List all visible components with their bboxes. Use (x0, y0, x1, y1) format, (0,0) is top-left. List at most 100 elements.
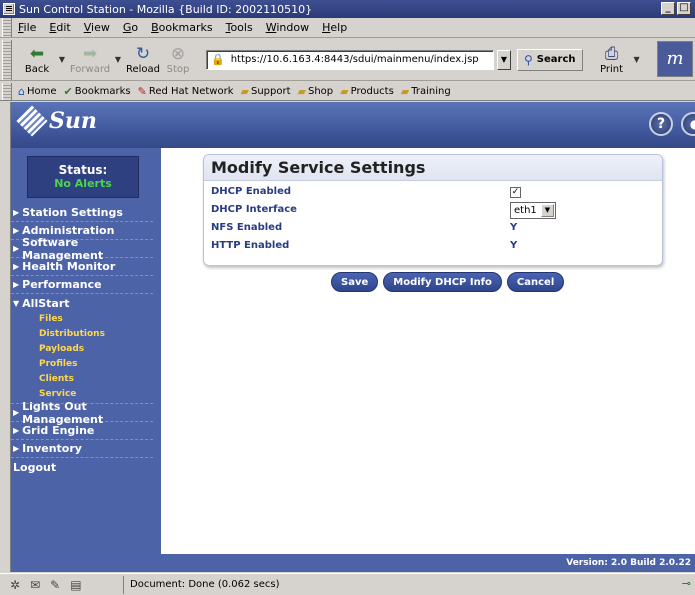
stop-button[interactable]: ⊗ Stop (162, 40, 194, 80)
sidebar-item-label: Station Settings (22, 206, 123, 219)
expand-arrow-icon: ▶ (13, 408, 20, 417)
status-value[interactable]: No Alerts (28, 177, 138, 190)
sidebar-subitem-files[interactable]: Files (11, 312, 161, 327)
reload-label: Reload (125, 64, 161, 75)
status-bar: ✲ ✉ ✎ ▤ Document: Done (0.062 secs) ⊸ (0, 573, 695, 595)
menu-view[interactable]: View (84, 21, 110, 34)
stop-icon: ⊗ (170, 44, 186, 64)
sidebar-item-label: Health Monitor (22, 260, 116, 273)
bookmark-support-label: Support (250, 85, 291, 97)
online-status-icon[interactable]: ⊸ (682, 577, 691, 590)
back-history-dropdown[interactable]: ▼ (56, 55, 68, 64)
toolbar-grip[interactable] (2, 18, 12, 37)
navigator-icon[interactable]: ✲ (10, 578, 20, 592)
forward-label: Forward (69, 64, 111, 75)
print-label: Print (600, 64, 624, 75)
bookmark-products-label: Products (350, 85, 394, 97)
menu-go[interactable]: Go (123, 21, 138, 34)
sidebar-panel-grip[interactable] (0, 102, 11, 572)
url-history-dropdown[interactable]: ▼ (497, 49, 511, 70)
sun-logo-wordmark: Sun (49, 108, 97, 134)
sidebar-nav: ▶ Station Settings ▶ Administration ▶ Softw… (11, 204, 161, 476)
back-label: Back (24, 64, 50, 75)
bookmark-support[interactable]: ▰ Support (241, 85, 291, 98)
url-text: https://10.6.163.4:8443/sdui/mainmenu/in… (230, 54, 479, 65)
cancel-button[interactable]: Cancel (506, 272, 565, 292)
mozilla-throbber-icon[interactable]: m (657, 41, 693, 77)
window-menu-icon[interactable] (3, 3, 15, 15)
dhcp-enabled-checkbox[interactable]: ✓ (510, 187, 521, 198)
bookmark-training-label: Training (411, 85, 451, 97)
dhcp-interface-row: DHCP Interface eth1 ▼ (204, 202, 662, 219)
forward-button[interactable]: ➡ Forward (68, 40, 112, 80)
sidebar-item-inventory[interactable]: ▶ Inventory (11, 440, 153, 458)
menu-bookmarks[interactable]: Bookmarks (151, 21, 212, 34)
maximize-button[interactable]: □ (677, 2, 691, 15)
forward-arrow-icon: ➡ (82, 44, 98, 64)
help-icon[interactable]: ? (649, 112, 673, 136)
url-input[interactable]: 🔒 https://10.6.163.4:8443/sdui/mainmenu/… (206, 49, 494, 70)
dhcp-interface-select[interactable]: eth1 ▼ (510, 202, 556, 219)
sidebar-subitem-distributions[interactable]: Distributions (11, 327, 161, 342)
toolbar-grip[interactable] (2, 82, 12, 100)
expand-arrow-icon: ▶ (13, 208, 20, 217)
menu-edit[interactable]: Edit (49, 21, 70, 34)
security-lock-icon: 🔒 (211, 53, 225, 66)
folder-icon: ▰ (400, 84, 410, 98)
search-button[interactable]: ⚲ Search (517, 48, 583, 71)
save-button[interactable]: Save (331, 272, 379, 292)
sidebar-item-station-settings[interactable]: ▶ Station Settings (11, 204, 153, 222)
sidebar-subitem-payloads[interactable]: Payloads (11, 342, 161, 357)
menu-window[interactable]: Window (266, 21, 309, 34)
component-bar: ✲ ✉ ✎ ▤ (0, 575, 124, 594)
sidebar-item-label: Grid Engine (22, 424, 95, 437)
sidebar-item-logout[interactable]: Logout (11, 458, 153, 476)
sidebar-subitem-clients[interactable]: Clients (11, 372, 161, 387)
window-title: Sun Control Station - Mozilla {Build ID:… (19, 2, 313, 16)
collapse-arrow-icon: ▼ (13, 298, 20, 308)
personal-toolbar: ⌂ Home ✔ Bookmarks ✎ Red Hat Network ▰ Suppo… (0, 82, 695, 101)
expand-arrow-icon: ▶ (13, 262, 20, 271)
sidebar-item-allstart[interactable]: ▼ AllStart (11, 294, 153, 312)
sidebar-item-software-management[interactable]: ▶ Software Management (11, 236, 153, 262)
menu-help[interactable]: Help (322, 21, 347, 34)
modify-dhcp-info-button[interactable]: Modify DHCP Info (383, 272, 502, 292)
address-book-icon[interactable]: ▤ (70, 578, 81, 592)
sidebar-item-label: AllStart (22, 296, 70, 310)
mail-icon[interactable]: ✉ (30, 578, 40, 592)
reload-button[interactable]: ↻ Reload (124, 40, 162, 80)
print-button[interactable]: ⎙ Print (593, 40, 631, 80)
bookmark-rhn-label: Red Hat Network (148, 85, 234, 97)
menu-file[interactable]: File (18, 21, 36, 34)
toolbar-grip[interactable] (2, 39, 12, 80)
sidebar-subitem-profiles[interactable]: Profiles (11, 357, 161, 372)
search-icon: ⚲ (524, 52, 533, 67)
bookmark-shop[interactable]: ▰ Shop (298, 85, 334, 98)
print-dropdown[interactable]: ▼ (631, 55, 643, 64)
bookmark-products[interactable]: ▰ Products (340, 85, 394, 98)
nfs-enabled-value: Y (510, 222, 518, 233)
composer-icon[interactable]: ✎ (50, 578, 60, 592)
bookmark-red-hat-network[interactable]: ✎ Red Hat Network (138, 85, 234, 98)
printer-icon: ⎙ (604, 44, 619, 64)
menu-tools[interactable]: Tools (226, 21, 253, 34)
sidebar-item-performance[interactable]: ▶ Performance (11, 276, 153, 294)
page-title: Modify Service Settings (204, 155, 662, 181)
reload-icon: ↻ (135, 44, 151, 64)
expand-arrow-icon: ▶ (13, 226, 20, 235)
bookmark-home[interactable]: ⌂ Home (18, 85, 57, 98)
sidebar-item-label: Logout (13, 460, 57, 474)
folder-icon: ▰ (340, 84, 349, 98)
sun-header: Sun ? ◖ (11, 102, 695, 148)
search-label: Search (536, 54, 576, 65)
version-label: Version: 2.0 Build 2.0.22 (161, 554, 695, 572)
forward-history-dropdown[interactable]: ▼ (112, 55, 124, 64)
dhcp-interface-value: eth1 (514, 205, 537, 216)
minimize-button[interactable]: _ (661, 2, 675, 15)
bookmark-bookmarks[interactable]: ✔ Bookmarks (64, 85, 131, 98)
bookmark-training[interactable]: ▰ Training (401, 85, 451, 98)
back-button[interactable]: ⬅ Back (18, 40, 56, 80)
sidebar-item-lights-out-management[interactable]: ▶ Lights Out Management (11, 400, 153, 426)
expand-arrow-icon: ▶ (13, 280, 20, 289)
speaker-icon[interactable]: ◖ (681, 112, 695, 136)
